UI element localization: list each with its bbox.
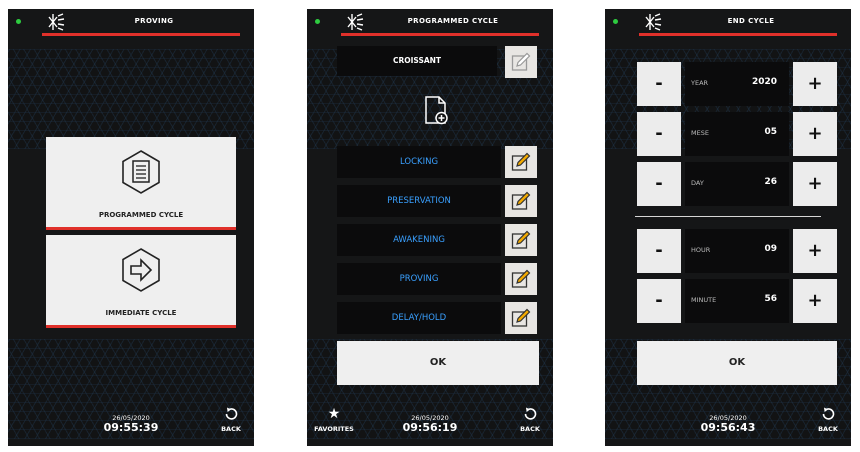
pencil-edit-icon bbox=[511, 191, 531, 210]
back-label: BACK bbox=[818, 425, 838, 433]
pencil-edit-icon bbox=[511, 230, 531, 249]
day-field[interactable]: DAY 26 bbox=[685, 162, 789, 206]
hour-value: 09 bbox=[764, 244, 777, 254]
phase-preservation[interactable]: PRESERVATION bbox=[337, 185, 501, 217]
day-label: DAY bbox=[691, 179, 704, 187]
minute-field[interactable]: MINUTE 56 bbox=[685, 279, 789, 323]
year-increment-button[interactable]: + bbox=[793, 62, 837, 106]
pencil-edit-icon bbox=[511, 269, 531, 288]
edit-recipe-name-button[interactable] bbox=[505, 46, 537, 78]
month-value: 05 bbox=[764, 127, 777, 137]
screen-end-cycle: END CYCLE - YEAR 2020 + - MESE 05 + - DA… bbox=[605, 9, 851, 446]
back-button[interactable]: BACK bbox=[811, 406, 845, 438]
back-label: BACK bbox=[221, 425, 241, 433]
immediate-cycle-label: IMMEDIATE CYCLE bbox=[105, 309, 177, 317]
title-underline bbox=[42, 33, 240, 36]
snowflake-sun-logo-icon bbox=[48, 13, 65, 31]
hour-field[interactable]: HOUR 09 bbox=[685, 229, 789, 273]
month-field[interactable]: MESE 05 bbox=[685, 112, 789, 156]
back-arrow-icon bbox=[225, 407, 238, 420]
recipe-name-field[interactable]: CROISSANT bbox=[337, 46, 497, 76]
screen-title: PROVING bbox=[134, 17, 174, 25]
back-button[interactable]: BACK bbox=[214, 406, 248, 438]
phase-proving[interactable]: PROVING bbox=[337, 263, 501, 295]
year-field[interactable]: YEAR 2020 bbox=[685, 62, 789, 106]
hour-increment-button[interactable]: + bbox=[793, 229, 837, 273]
status-led-icon bbox=[315, 19, 320, 24]
checklist-icon bbox=[122, 150, 160, 194]
day-decrement-button[interactable]: - bbox=[637, 162, 681, 206]
title-underline bbox=[639, 33, 837, 36]
edit-locking-button[interactable] bbox=[505, 146, 537, 178]
day-increment-button[interactable]: + bbox=[793, 162, 837, 206]
hex-background-top bbox=[8, 49, 254, 149]
minute-label: MINUTE bbox=[691, 296, 717, 304]
phase-delay-hold[interactable]: DELAY/HOLD bbox=[337, 302, 501, 334]
programmed-cycle-button[interactable]: PROGRAMMED CYCLE bbox=[46, 137, 236, 230]
year-decrement-button[interactable]: - bbox=[637, 62, 681, 106]
pencil-edit-icon bbox=[511, 52, 531, 71]
month-label: MESE bbox=[691, 129, 709, 137]
immediate-cycle-button[interactable]: IMMEDIATE CYCLE bbox=[46, 235, 236, 328]
top-bar: END CYCLE bbox=[605, 9, 851, 39]
pencil-edit-icon bbox=[511, 152, 531, 171]
month-decrement-button[interactable]: - bbox=[637, 112, 681, 156]
year-label: YEAR bbox=[691, 79, 709, 87]
programmed-cycle-label: PROGRAMMED CYCLE bbox=[98, 211, 184, 219]
new-file-icon[interactable] bbox=[424, 96, 450, 126]
edit-proving-button[interactable] bbox=[505, 263, 537, 295]
edit-delay-hold-button[interactable] bbox=[505, 302, 537, 334]
snowflake-sun-logo-icon bbox=[645, 13, 662, 31]
top-bar: PROVING bbox=[8, 9, 254, 39]
date-time-divider bbox=[635, 216, 821, 217]
snowflake-sun-logo-icon bbox=[347, 13, 364, 31]
back-label: BACK bbox=[520, 425, 540, 433]
screen-programmed-cycle: PROGRAMMED CYCLE CROISSANT LOCKING PRESE… bbox=[307, 9, 553, 446]
ok-button[interactable]: OK bbox=[637, 341, 837, 385]
year-value: 2020 bbox=[751, 77, 777, 87]
day-value: 26 bbox=[764, 177, 777, 187]
back-arrow-icon bbox=[822, 407, 835, 420]
minute-decrement-button[interactable]: - bbox=[637, 279, 681, 323]
status-led-icon bbox=[16, 19, 21, 24]
title-underline bbox=[341, 33, 539, 36]
pencil-edit-icon bbox=[511, 308, 531, 327]
back-arrow-icon bbox=[524, 407, 537, 420]
edit-preservation-button[interactable] bbox=[505, 185, 537, 217]
status-led-icon bbox=[613, 19, 618, 24]
phase-awakening[interactable]: AWAKENING bbox=[337, 224, 501, 256]
arrow-right-icon bbox=[122, 248, 160, 292]
ok-button[interactable]: OK bbox=[337, 341, 539, 385]
back-button[interactable]: BACK bbox=[513, 406, 547, 438]
screen-proving: PROVING PROGRAMMED CYCLE IMMEDIATE CYCLE… bbox=[8, 9, 254, 446]
top-bar: PROGRAMMED CYCLE bbox=[307, 9, 553, 39]
month-increment-button[interactable]: + bbox=[793, 112, 837, 156]
screen-title: PROGRAMMED CYCLE bbox=[407, 17, 499, 25]
screen-title: END CYCLE bbox=[727, 17, 775, 25]
edit-awakening-button[interactable] bbox=[505, 224, 537, 256]
hour-label: HOUR bbox=[691, 246, 711, 254]
hour-decrement-button[interactable]: - bbox=[637, 229, 681, 273]
minute-increment-button[interactable]: + bbox=[793, 279, 837, 323]
phase-locking[interactable]: LOCKING bbox=[337, 146, 501, 178]
minute-value: 56 bbox=[764, 294, 777, 304]
